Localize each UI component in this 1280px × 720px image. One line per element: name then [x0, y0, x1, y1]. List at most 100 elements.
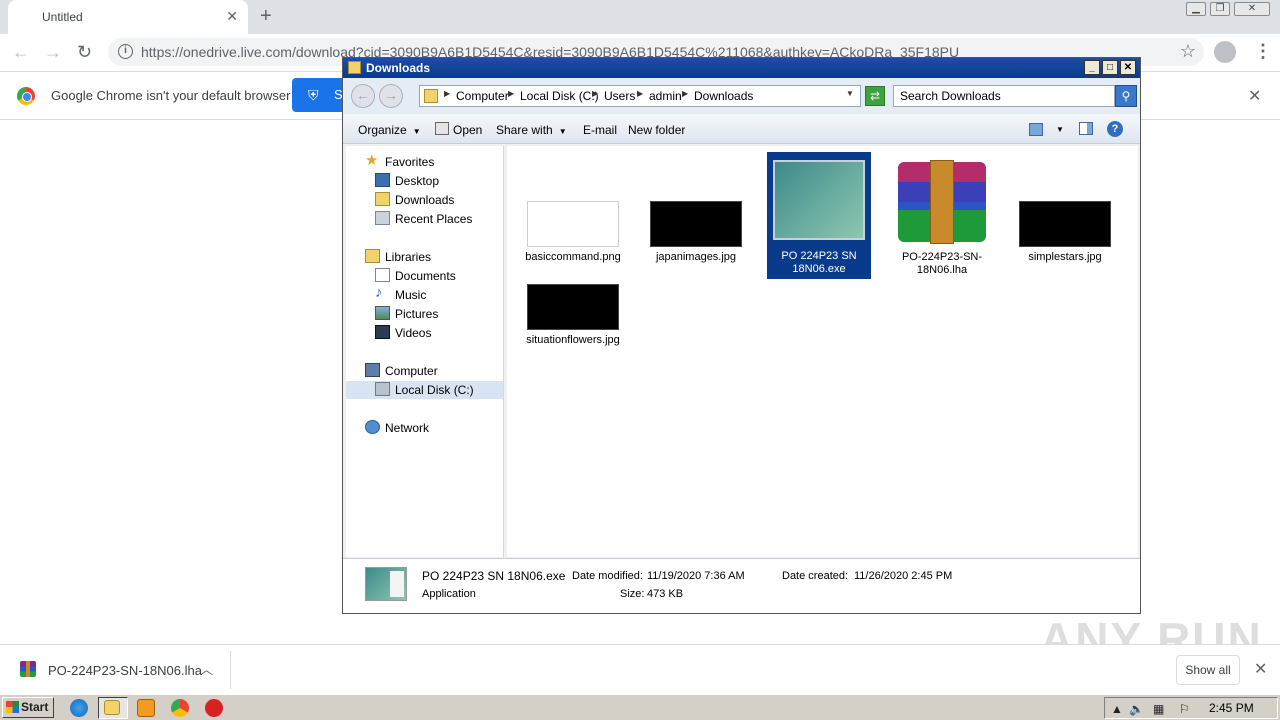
open-icon — [435, 122, 449, 135]
organize-menu[interactable]: Organize ▼ — [358, 123, 421, 137]
close-window-button[interactable]: ✕ — [1234, 2, 1270, 16]
chevron-right-icon[interactable]: ▶ — [682, 89, 688, 98]
nav-label: Local Disk (C:) — [395, 383, 474, 397]
network-icon — [365, 420, 380, 434]
chrome-menu-icon[interactable]: ⋮ — [1254, 41, 1272, 62]
site-info-icon[interactable]: i — [118, 44, 133, 59]
file-name: japanimages.jpg — [655, 251, 737, 263]
file-name: simplestars.jpg — [1028, 251, 1102, 263]
network-tray-icon[interactable]: ▦ — [1153, 702, 1164, 716]
forward-arrow-icon[interactable]: → — [379, 84, 403, 108]
download-bar: PO-224P23-SN-18N06.lha ︿ Show all ✕ — [0, 644, 1280, 694]
preview-pane-icon[interactable] — [1079, 122, 1093, 135]
explorer-titlebar[interactable]: Downloads _ □ ✕ — [343, 58, 1140, 78]
windows-logo-icon — [6, 701, 19, 713]
file-name: situationflowers.jpg — [526, 334, 620, 346]
file-item-selected[interactable]: PO 224P23 SN 18N06.exe — [767, 152, 871, 279]
computer-icon — [365, 363, 380, 377]
drive-icon — [375, 382, 390, 396]
forward-arrow-icon[interactable]: → — [44, 42, 62, 63]
minimize-button[interactable]: ▁ — [1186, 2, 1206, 16]
clock[interactable]: 2:45 PM — [1209, 701, 1254, 715]
breadcrumb[interactable]: ▶ Computer ▶ Local Disk (C:) ▶ Users ▶ a… — [419, 85, 861, 107]
breadcrumb-downloads[interactable]: Downloads — [694, 89, 753, 103]
internet-explorer-icon[interactable] — [70, 699, 88, 717]
details-pane: PO 224P23 SN 18N06.exe Application Date … — [343, 558, 1140, 613]
maximize-button[interactable]: □ — [1102, 60, 1118, 75]
share-with-menu[interactable]: Share with ▼ — [496, 123, 567, 137]
browser-tab[interactable]: Untitled ✕ — [8, 0, 248, 34]
chevron-down-icon[interactable]: ▼ — [1056, 125, 1064, 134]
folder-icon — [104, 700, 120, 715]
breadcrumb-computer[interactable]: Computer — [456, 89, 509, 103]
image-thumbnail — [650, 201, 742, 247]
chevron-up-icon[interactable]: ︿ — [200, 659, 213, 678]
profile-avatar[interactable] — [1214, 41, 1236, 63]
music-icon: ♪ — [375, 284, 383, 301]
nav-label: Pictures — [395, 307, 439, 321]
pictures-icon — [375, 306, 390, 320]
email-button[interactable]: E-mail — [583, 123, 617, 137]
view-options-icon[interactable] — [1029, 123, 1043, 136]
file-item[interactable]: basiccommand.png — [521, 166, 625, 286]
back-arrow-icon[interactable]: ← — [351, 84, 375, 108]
tab-title: Untitled — [42, 10, 83, 24]
tab-close-icon[interactable]: ✕ — [226, 8, 238, 25]
show-all-button[interactable]: Show all — [1176, 655, 1240, 685]
command-bar: Organize ▼ Open Share with ▼ E-mail New fo… — [343, 114, 1140, 144]
refresh-icon[interactable]: ⇄ — [865, 86, 885, 106]
file-list: basiccommand.png japanimages.jpg PO 224P… — [507, 146, 1138, 557]
chevron-right-icon[interactable]: ▶ — [592, 89, 598, 98]
address-toolbar: ← → ▶ Computer ▶ Local Disk (C:) ▶ Users… — [343, 78, 1140, 114]
chrome-icon[interactable] — [171, 699, 189, 717]
nav-label: Libraries — [385, 250, 432, 264]
chevron-right-icon[interactable]: ▶ — [508, 89, 514, 98]
navigation-pane: ★ Favorites Desktop Downloads Recent Pla… — [346, 146, 504, 557]
nav-local-disk[interactable]: Local Disk (C:) — [346, 381, 503, 399]
nav-label: Desktop — [395, 174, 440, 188]
media-player-icon[interactable] — [137, 699, 155, 717]
search-icon[interactable]: ⚲ — [1115, 85, 1137, 107]
chrome-logo-icon — [17, 87, 35, 105]
chevron-down-icon[interactable]: ▼ — [846, 89, 854, 98]
recent-places-icon — [375, 211, 390, 225]
new-tab-button[interactable]: + — [260, 5, 272, 28]
action-center-flag-icon[interactable]: ⚐ — [1179, 702, 1190, 716]
new-folder-button[interactable]: New folder — [628, 123, 685, 137]
reload-icon[interactable]: ↻ — [77, 42, 92, 63]
archive-strap — [930, 160, 954, 244]
breadcrumb-local-disk[interactable]: Local Disk (C:) — [520, 89, 599, 103]
bookmark-star-icon[interactable]: ☆ — [1180, 41, 1196, 62]
chevron-up-icon[interactable]: ▲ — [1111, 702, 1123, 716]
search-input[interactable]: Search Downloads — [893, 85, 1115, 107]
chevron-right-icon[interactable]: ▶ — [444, 89, 450, 98]
file-item[interactable]: situationflowers.jpg — [521, 281, 625, 351]
help-icon[interactable]: ? — [1107, 121, 1123, 137]
infobar-close-icon[interactable]: ✕ — [1248, 86, 1261, 106]
minimize-button[interactable]: _ — [1084, 60, 1100, 75]
back-arrow-icon[interactable]: ← — [12, 42, 30, 63]
system-tray: ▲ 🔈 ▦ ⚐ 2:45 PM — [1104, 697, 1278, 719]
file-item[interactable]: simplestars.jpg — [1013, 166, 1117, 286]
image-thumbnail — [527, 284, 619, 330]
file-name: PO-224P23-SN-18N06.lha — [901, 251, 983, 276]
date-modified-value: 11/19/2020 7:36 AM — [647, 570, 745, 582]
file-item[interactable]: japanimages.jpg — [644, 166, 748, 286]
chevron-right-icon[interactable]: ▶ — [637, 89, 643, 98]
date-modified-label: Date modified: — [572, 570, 643, 582]
file-item[interactable]: PO-224P23-SN-18N06.lha — [890, 160, 994, 280]
download-bar-close-icon[interactable]: ✕ — [1254, 659, 1267, 679]
download-item-name[interactable]: PO-224P23-SN-18N06.lha — [48, 663, 202, 678]
open-button[interactable]: Open — [453, 123, 482, 137]
start-label: Start — [21, 700, 49, 714]
nav-label: Videos — [395, 326, 432, 340]
restore-button[interactable]: ❐ — [1210, 2, 1230, 16]
nav-label: Network — [385, 421, 430, 435]
security-alert-icon[interactable] — [205, 699, 223, 717]
breadcrumb-admin[interactable]: admin — [649, 89, 682, 103]
start-button[interactable]: Start — [2, 697, 54, 718]
explorer-window: Downloads _ □ ✕ ← → ▶ Computer ▶ Local D… — [342, 57, 1141, 614]
volume-icon[interactable]: 🔈 — [1129, 702, 1144, 716]
close-button[interactable]: ✕ — [1120, 60, 1136, 75]
breadcrumb-users[interactable]: Users — [604, 89, 635, 103]
